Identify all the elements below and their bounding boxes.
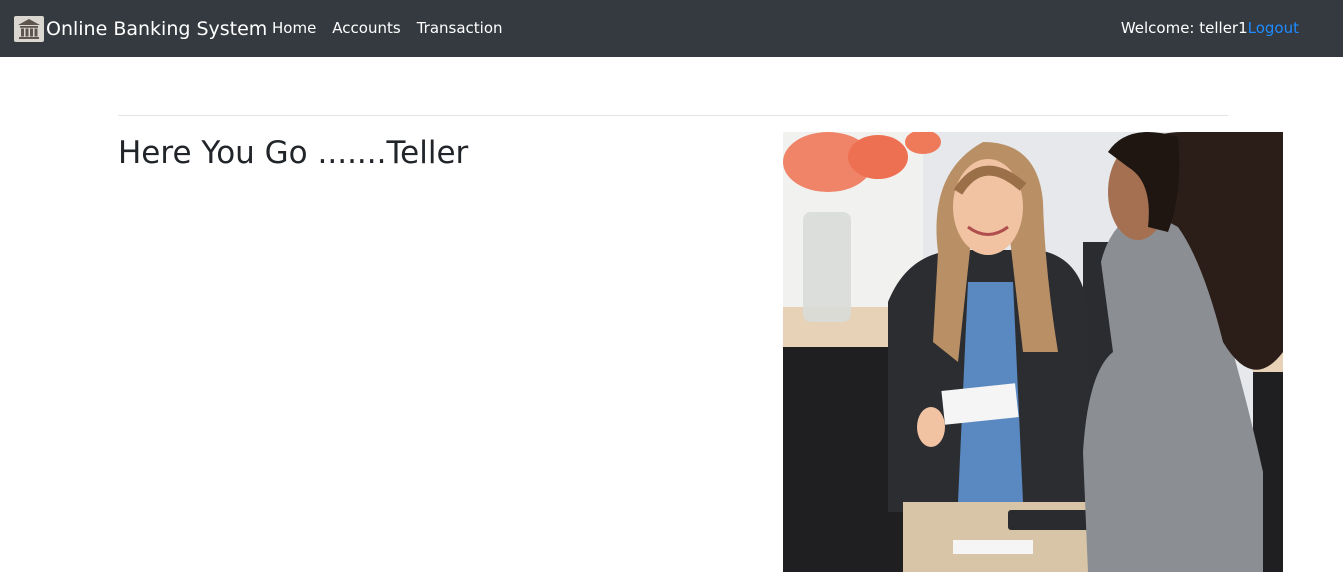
divider: [118, 115, 1228, 116]
nav-home-link[interactable]: Home: [272, 18, 316, 38]
top-navbar: Online Banking System Home Accounts Tran…: [0, 0, 1343, 57]
brand[interactable]: Online Banking System: [14, 16, 267, 42]
logout-link[interactable]: Logout: [1248, 19, 1299, 37]
nav-accounts-link[interactable]: Accounts: [332, 18, 400, 38]
welcome-text: Welcome: teller1: [1120, 19, 1248, 37]
main-nav: Home Accounts Transaction: [272, 18, 503, 38]
nav-transaction-link[interactable]: Transaction: [417, 18, 503, 38]
page-heading: Here You Go .......Teller: [118, 135, 469, 171]
bank-building-icon: [14, 16, 44, 42]
brand-title: Online Banking System: [46, 18, 268, 40]
teller-photo: [783, 132, 1283, 572]
user-area: Welcome: teller1Logout: [1121, 18, 1299, 38]
